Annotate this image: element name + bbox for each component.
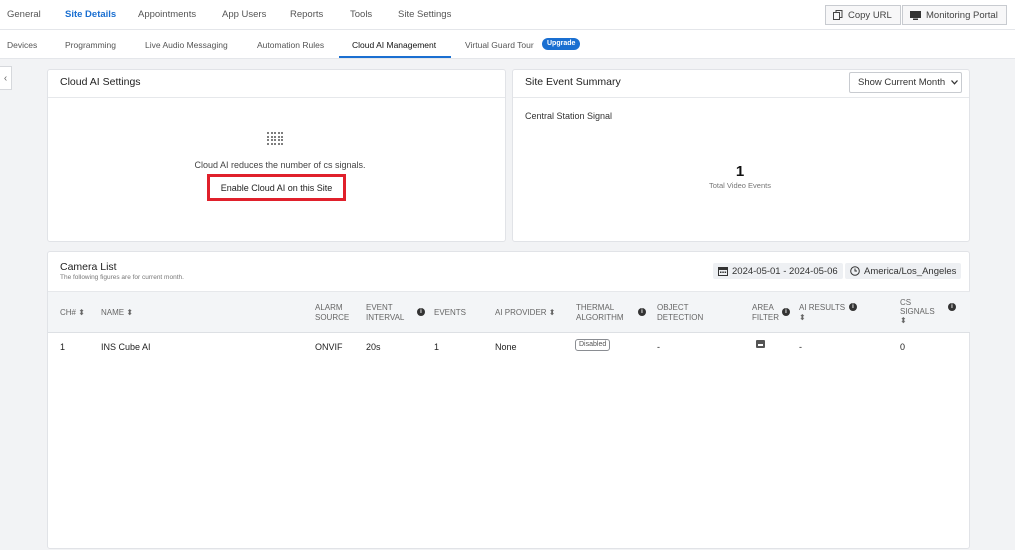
copy-url-button[interactable]: Copy URL — [825, 5, 901, 25]
tab-automation-rules[interactable]: Automation Rules — [257, 40, 324, 50]
cell-name[interactable]: INS Cube AI — [101, 342, 151, 352]
timezone-value: America/Los_Angeles — [864, 265, 957, 277]
panel-divider — [513, 97, 969, 98]
info-icon[interactable]: i — [782, 308, 790, 316]
total-video-events-value: 1 — [735, 163, 745, 180]
timezone-selector[interactable]: America/Los_Angeles — [845, 263, 962, 279]
column-event-interval-line2: INTERVAL — [366, 313, 405, 322]
monitoring-portal-label: Monitoring Portal — [926, 9, 998, 21]
column-thermal-line2: ALGORITHM — [576, 313, 624, 322]
cell-ch: 1 — [60, 342, 66, 352]
tab-programming[interactable]: Programming — [65, 40, 116, 50]
tab-live-audio-messaging[interactable]: Live Audio Messaging — [145, 40, 228, 50]
clock-icon — [850, 266, 860, 276]
enable-cloud-ai-button[interactable]: Enable Cloud AI on this Site — [207, 174, 346, 201]
tab-appointments[interactable]: Appointments — [138, 9, 196, 20]
cell-ai-results: - — [799, 342, 802, 352]
date-range-picker[interactable]: 2024-05-01 - 2024-05-06 — [713, 263, 843, 279]
tab-cloud-ai-management[interactable]: Cloud AI Management — [352, 40, 436, 50]
cell-alarm-source: ONVIF — [315, 342, 343, 352]
column-name[interactable]: NAME ⬍ — [101, 308, 133, 317]
period-select-value: Show Current Month — [858, 77, 946, 88]
sub-nav: Devices Programming Live Audio Messaging… — [0, 30, 1015, 59]
thermal-status-badge: Disabled — [575, 339, 611, 351]
upgrade-badge[interactable]: Upgrade — [542, 38, 581, 50]
column-alarm-source-line1: ALARM — [315, 303, 343, 312]
tab-tools[interactable]: Tools — [350, 9, 372, 20]
date-range-value: 2024-05-01 - 2024-05-06 — [732, 265, 838, 277]
copy-icon — [833, 10, 843, 20]
cloud-ai-icon — [267, 132, 283, 145]
cloud-ai-description: Cloud AI reduces the number of cs signal… — [194, 160, 366, 170]
column-thermal-line1: THERMAL — [576, 303, 615, 312]
camera-list-subtitle: The following figures are for current mo… — [60, 274, 184, 281]
column-alarm-source-line2: SOURCE — [315, 313, 350, 322]
site-event-summary-panel — [512, 69, 970, 242]
cloud-ai-settings-panel — [47, 69, 506, 242]
info-icon[interactable]: i — [417, 308, 425, 316]
info-icon[interactable]: i — [948, 303, 956, 311]
cell-object-detection: - — [657, 342, 660, 352]
chevron-left-icon: ‹ — [3, 72, 8, 84]
column-ai-results-sort[interactable]: ⬍ — [799, 313, 806, 322]
collapse-sidebar-button[interactable]: ‹ — [0, 66, 12, 90]
monitor-icon — [910, 10, 921, 20]
tab-general[interactable]: General — [7, 9, 41, 20]
column-event-interval-line1: EVENT — [366, 303, 393, 312]
top-nav: General Site Details Appointments App Us… — [0, 0, 1015, 30]
column-cs-signals-line2: SIGNALS — [900, 307, 935, 316]
tab-devices[interactable]: Devices — [7, 40, 37, 50]
total-video-events-label: Total Video Events — [709, 181, 771, 190]
period-select[interactable]: Show Current Month — [849, 72, 962, 93]
tab-app-users[interactable]: App Users — [222, 9, 266, 20]
column-ch[interactable]: CH# ⬍ — [60, 308, 85, 317]
site-event-summary-title: Site Event Summary — [525, 76, 621, 88]
column-ai-results-line1: AI RESULTS — [799, 303, 846, 312]
column-cs-signals-sort[interactable]: ⬍ — [900, 316, 907, 325]
column-area-filter-line2: FILTER — [752, 313, 779, 322]
cell-ai-provider: None — [495, 342, 517, 352]
monitoring-portal-button[interactable]: Monitoring Portal — [902, 5, 1007, 25]
column-cs-signals-line1: CS — [900, 298, 912, 307]
copy-url-label: Copy URL — [848, 9, 892, 21]
column-events: EVENTS — [434, 308, 467, 317]
info-icon[interactable]: i — [849, 303, 857, 311]
chevron-down-icon — [951, 80, 959, 85]
column-object-detection-line2: DETECTION — [657, 313, 704, 322]
cell-cs-signals: 0 — [900, 342, 906, 352]
cell-events: 1 — [434, 342, 440, 352]
panel-divider — [48, 97, 505, 98]
column-area-filter-line1: AREA — [752, 303, 774, 312]
cloud-ai-settings-title: Cloud AI Settings — [60, 76, 141, 88]
info-icon[interactable]: i — [638, 308, 646, 316]
calendar-icon — [718, 267, 728, 276]
tab-site-details[interactable]: Site Details — [65, 9, 116, 20]
column-object-detection-line1: OBJECT — [657, 303, 689, 312]
area-filter-icon[interactable] — [756, 340, 765, 348]
active-tab-indicator — [339, 56, 451, 58]
camera-list-title: Camera List — [60, 261, 117, 273]
central-station-signal-label: Central Station Signal — [525, 111, 613, 121]
tab-virtual-guard-tour[interactable]: Virtual Guard Tour — [465, 40, 534, 50]
tab-reports[interactable]: Reports — [290, 9, 323, 20]
cell-event-interval: 20s — [366, 342, 381, 352]
column-ai-provider[interactable]: AI PROVIDER ⬍ — [495, 308, 556, 317]
tab-site-settings[interactable]: Site Settings — [398, 9, 451, 20]
